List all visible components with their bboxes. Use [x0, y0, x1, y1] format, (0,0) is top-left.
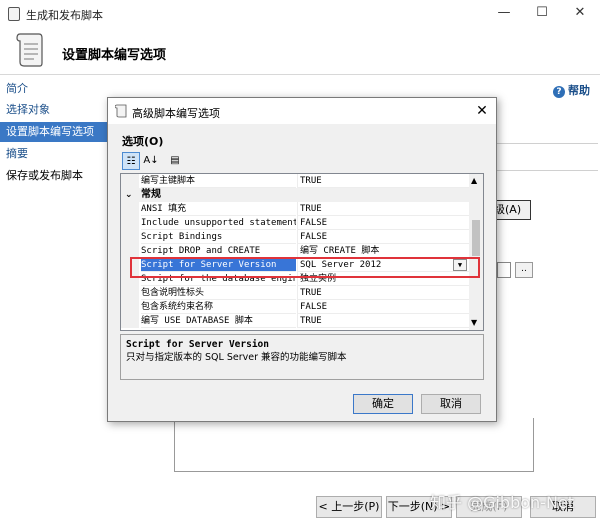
- dialog-title: 高级脚本编写选项: [132, 107, 220, 120]
- property-value[interactable]: TRUE: [297, 286, 469, 300]
- output-path-field[interactable]: [497, 262, 511, 278]
- property-name: Script DROP and CREATE: [141, 244, 296, 258]
- property-name: Script for Server Version: [141, 258, 296, 272]
- description-text: 只对与指定版本的 SQL Server 兼容的功能编写脚本: [126, 352, 347, 363]
- category-name: 常规: [141, 189, 161, 200]
- property-value[interactable]: FALSE: [297, 300, 469, 314]
- window-titlebar: 生成和发布脚本 — ☐ ✕: [0, 0, 600, 28]
- property-name: Include unsupported statements: [141, 218, 296, 230]
- previous-button[interactable]: < 上一步(P): [316, 496, 382, 518]
- close-button[interactable]: ✕: [562, 2, 598, 24]
- property-value: SQL Server 2012: [300, 260, 382, 270]
- property-value[interactable]: TRUE: [297, 202, 469, 216]
- page-header: 设置脚本编写选项: [0, 28, 600, 75]
- description-panel: Script for Server Version 只对与指定版本的 SQL S…: [120, 334, 484, 380]
- property-row[interactable]: Script for the database engine 独立实例: [121, 272, 469, 286]
- property-row-selected[interactable]: Script for Server Version SQL Server 201…: [121, 258, 469, 272]
- property-row[interactable]: 编写主键脚本 TRUE: [121, 174, 469, 188]
- sidebar-item-scripting-options[interactable]: 设置脚本编写选项: [0, 122, 108, 142]
- property-value[interactable]: TRUE: [297, 174, 469, 188]
- app-icon: [8, 7, 20, 21]
- collapse-chevron-icon[interactable]: ⌄: [125, 188, 133, 202]
- sidebar: 简介 选择对象 设置脚本编写选项 摘要 保存或发布脚本: [0, 75, 108, 523]
- advanced-options-dialog: 高级脚本编写选项 ✕ 选项(O) ☷ A↓ ▤ 编写主键脚本 TRUE ⌄ 常规…: [107, 97, 497, 422]
- ok-button[interactable]: 确定: [353, 394, 413, 414]
- options-label: 选项(O): [122, 135, 164, 148]
- property-value[interactable]: TRUE: [297, 314, 469, 328]
- dialog-titlebar: 高级脚本编写选项 ✕: [108, 98, 496, 124]
- vertical-scrollbar[interactable]: ▲ ▼: [469, 174, 483, 330]
- property-row[interactable]: 编写 USE DATABASE 脚本 TRUE: [121, 314, 469, 328]
- help-link[interactable]: ? 帮助: [553, 82, 590, 98]
- sidebar-item-intro[interactable]: 简介: [0, 79, 108, 99]
- property-name: 包含说明性标头: [141, 286, 296, 300]
- server-version-dropdown[interactable]: SQL Server 2012 ▼: [297, 258, 469, 272]
- property-value[interactable]: 独立实例: [297, 272, 469, 286]
- watermark: 知乎 @Gibbon-Net: [430, 493, 575, 512]
- property-name: 编写主键脚本: [141, 174, 296, 188]
- property-row[interactable]: Include unsupported statements FALSE: [121, 216, 469, 230]
- page-title: 设置脚本编写选项: [62, 48, 167, 63]
- dialog-cancel-button[interactable]: 取消: [421, 394, 481, 414]
- property-row[interactable]: ANSI 填充 TRUE: [121, 202, 469, 216]
- sidebar-item-save-or-publish[interactable]: 保存或发布脚本: [0, 166, 108, 186]
- scrollbar-thumb[interactable]: [472, 220, 480, 256]
- property-row[interactable]: 包含说明性标头 TRUE: [121, 286, 469, 300]
- property-name: Script for the database engine: [141, 274, 296, 286]
- sidebar-item-choose-objects[interactable]: 选择对象: [0, 100, 108, 120]
- background-frame: [174, 418, 534, 472]
- browse-button[interactable]: ..: [515, 262, 533, 278]
- background-panel: [480, 143, 598, 171]
- chevron-down-icon[interactable]: ▼: [453, 259, 467, 271]
- description-title: Script for Server Version: [126, 339, 269, 350]
- property-row[interactable]: Script Bindings FALSE: [121, 230, 469, 244]
- property-value[interactable]: 编写 CREATE 脚本: [297, 244, 469, 258]
- property-grid: 编写主键脚本 TRUE ⌄ 常规 ANSI 填充 TRUE Include un…: [120, 173, 484, 331]
- property-pages-icon[interactable]: ▤: [166, 152, 184, 170]
- property-row[interactable]: Script DROP and CREATE 编写 CREATE 脚本: [121, 244, 469, 258]
- advanced-button[interactable]: 级(A): [493, 200, 531, 220]
- property-value[interactable]: FALSE: [297, 230, 469, 244]
- help-icon: ?: [553, 86, 565, 98]
- property-name: 包含系统约束名称: [141, 300, 296, 314]
- categorized-view-icon[interactable]: ☷: [122, 152, 140, 170]
- scroll-down-icon[interactable]: ▼: [471, 318, 477, 327]
- property-row[interactable]: 包含系统约束名称 FALSE: [121, 300, 469, 314]
- dialog-close-button[interactable]: ✕: [470, 100, 494, 122]
- property-name: ANSI 填充: [141, 202, 296, 216]
- property-name: Script Bindings: [141, 230, 296, 244]
- maximize-button[interactable]: ☐: [524, 2, 560, 24]
- script-scroll-icon: [16, 33, 43, 67]
- alphabetical-sort-icon[interactable]: A↓: [142, 152, 160, 170]
- help-label: 帮助: [568, 84, 590, 97]
- scroll-up-icon[interactable]: ▲: [471, 176, 477, 185]
- property-value[interactable]: FALSE: [297, 216, 469, 230]
- minimize-button[interactable]: —: [486, 2, 522, 24]
- script-scroll-icon: [115, 104, 127, 118]
- property-name: 编写 USE DATABASE 脚本: [141, 314, 296, 328]
- property-category[interactable]: ⌄ 常规: [121, 188, 469, 202]
- sidebar-item-summary[interactable]: 摘要: [0, 144, 108, 164]
- window-title: 生成和发布脚本: [26, 9, 103, 22]
